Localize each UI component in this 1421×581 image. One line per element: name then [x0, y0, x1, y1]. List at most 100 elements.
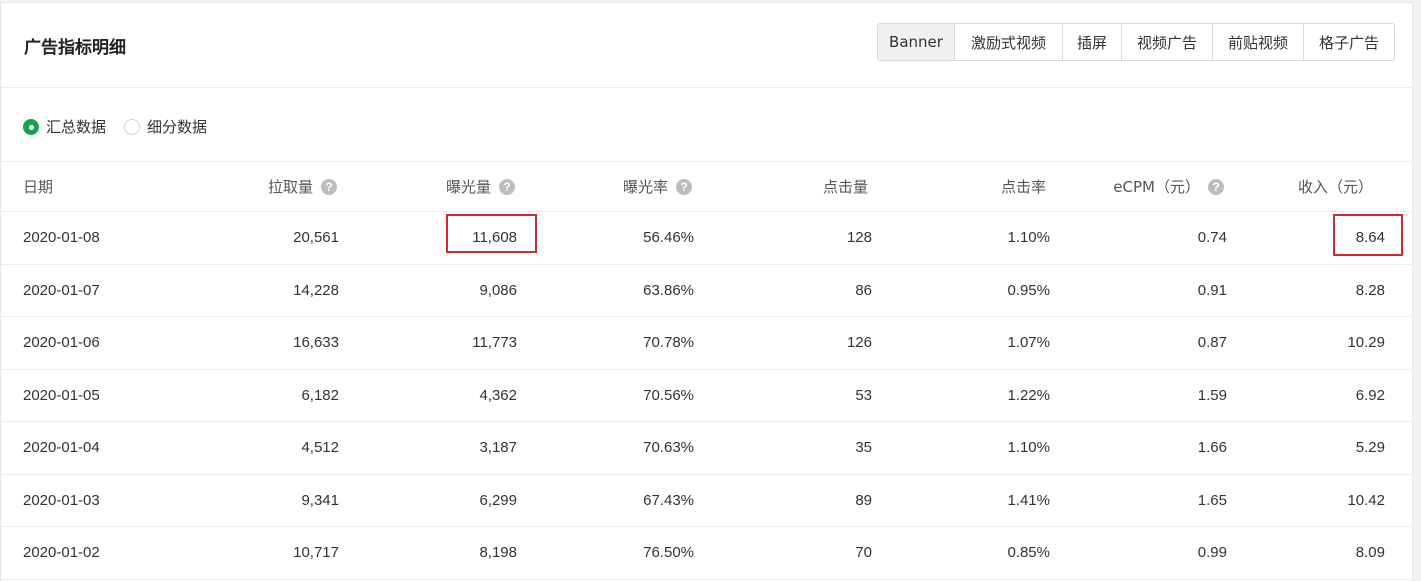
- cell-revenue: 8.28: [1355, 281, 1385, 299]
- table-row: 2020-01-03 9,341 6,299 67.43% 89 1.41% 1.65 10.…: [1, 475, 1412, 527]
- table-row: 2020-01-07 14,228 9,086 63.86% 86 0.95% 0.91 8.…: [1, 265, 1412, 317]
- page-edge: [1413, 0, 1421, 581]
- cell-revenue: 5.29: [1355, 439, 1385, 457]
- cell-ecpm: 1.66: [1197, 439, 1227, 457]
- tab-interstitial[interactable]: 插屏: [1062, 24, 1121, 60]
- metrics-table: 日期 拉取量 ? 曝光量 ? 曝光率 ? 点击量 点击率 eCPM（元） ? 收…: [1, 161, 1412, 580]
- cell-requests: 6,182: [301, 386, 339, 404]
- cell-revenue: 10.29: [1347, 334, 1385, 352]
- cell-date: 2020-01-03: [23, 491, 100, 509]
- cell-clicks: 126: [846, 334, 872, 352]
- column-header-label: 点击率: [1000, 178, 1046, 196]
- cell-ctr: 0.95%: [1007, 281, 1050, 299]
- cell-date: 2020-01-02: [23, 544, 100, 562]
- column-header-label: 曝光率: [622, 178, 668, 196]
- cell-clicks: 70: [855, 544, 872, 562]
- help-icon[interactable]: ?: [1208, 178, 1224, 195]
- page-title: 广告指标明细: [24, 38, 126, 58]
- column-header-date: 日期: [23, 162, 143, 211]
- table-row: 2020-01-02 10,717 8,198 76.50% 70 0.85% 0.99 8.…: [1, 527, 1412, 580]
- cell-impression-rate: 70.63%: [643, 439, 694, 457]
- radio-summary-data[interactable]: 汇总数据: [23, 116, 106, 137]
- ad-type-tabs: Banner 激励式视频 插屏 视频广告 前贴视频 格子广告: [877, 23, 1395, 61]
- column-header-ecpm: eCPM（元） ?: [1061, 162, 1224, 211]
- cell-impression-rate: 67.43%: [643, 491, 694, 509]
- cell-ctr: 1.10%: [1007, 229, 1050, 247]
- tab-banner[interactable]: Banner: [878, 24, 954, 60]
- radio-detailed-data[interactable]: 细分数据: [124, 116, 207, 137]
- cell-impression-rate: 70.78%: [643, 334, 694, 352]
- cell-impression-rate: 63.86%: [643, 281, 694, 299]
- panel-header: 广告指标明细 Banner 激励式视频 插屏 视频广告 前贴视频 格子广告: [1, 3, 1412, 88]
- cell-impressions: 11,773: [472, 334, 517, 352]
- cell-ctr: 0.85%: [1007, 544, 1050, 562]
- cell-ecpm: 0.91: [1197, 281, 1227, 299]
- cell-requests: 4,512: [301, 439, 339, 457]
- cell-clicks: 89: [855, 491, 872, 509]
- cell-requests: 10,717: [293, 544, 339, 562]
- highlight-box-impressions: [446, 214, 537, 253]
- cell-requests: 20,561: [293, 229, 339, 247]
- cell-impressions: 6,299: [479, 491, 517, 509]
- column-header-impression-rate: 曝光率 ?: [541, 162, 692, 211]
- help-icon[interactable]: ?: [676, 178, 692, 195]
- cell-revenue: 10.42: [1347, 491, 1385, 509]
- highlight-box-revenue: [1333, 214, 1403, 256]
- radio-label: 汇总数据: [46, 118, 107, 136]
- cell-impressions: 4,362: [479, 386, 517, 404]
- cell-clicks: 35: [855, 439, 872, 457]
- cell-requests: 14,228: [293, 281, 339, 299]
- table-body: 2020-01-08 20,561 11,608 56.46% 128 1.10% 0.74…: [1, 212, 1412, 580]
- tab-grid-ad[interactable]: 格子广告: [1303, 24, 1394, 60]
- radio-checked-icon[interactable]: [23, 118, 39, 135]
- tab-video-ad[interactable]: 视频广告: [1121, 24, 1212, 60]
- table-row: 2020-01-06 16,633 11,773 70.78% 126 1.07% 0.87…: [1, 317, 1412, 370]
- tab-rewarded-video[interactable]: 激励式视频: [954, 24, 1062, 60]
- column-header-clicks: 点击量: [721, 162, 868, 211]
- radio-label: 细分数据: [147, 118, 208, 136]
- cell-date: 2020-01-06: [23, 334, 100, 352]
- cell-date: 2020-01-08: [23, 229, 100, 247]
- data-mode-radio-group: 汇总数据 细分数据: [23, 116, 225, 137]
- column-header-ctr: 点击率: [901, 162, 1046, 211]
- help-icon[interactable]: ?: [321, 178, 337, 195]
- cell-clicks: 128: [846, 229, 872, 247]
- cell-clicks: 53: [855, 386, 872, 404]
- cell-ctr: 1.07%: [1007, 334, 1050, 352]
- tab-preroll-video[interactable]: 前贴视频: [1212, 24, 1303, 60]
- cell-revenue: 6.92: [1355, 386, 1385, 404]
- cell-impressions: 3,187: [479, 439, 517, 457]
- column-header-label: 拉取量: [267, 178, 313, 196]
- table-row: 2020-01-08 20,561 11,608 56.46% 128 1.10% 0.74…: [1, 212, 1412, 265]
- column-header-revenue: 收入（元）: [1241, 162, 1373, 211]
- column-header-label: 点击量: [822, 178, 868, 196]
- cell-impression-rate: 76.50%: [643, 544, 694, 562]
- cell-date: 2020-01-05: [23, 386, 100, 404]
- column-header-requests: 拉取量 ?: [181, 162, 337, 211]
- cell-impression-rate: 70.56%: [643, 386, 694, 404]
- cell-impressions: 9,086: [479, 281, 517, 299]
- cell-ctr: 1.41%: [1007, 491, 1050, 509]
- cell-date: 2020-01-04: [23, 439, 100, 457]
- table-header-row: 日期 拉取量 ? 曝光量 ? 曝光率 ? 点击量 点击率 eCPM（元） ? 收…: [1, 161, 1412, 212]
- ad-metrics-panel: 广告指标明细 Banner 激励式视频 插屏 视频广告 前贴视频 格子广告 汇总…: [0, 2, 1413, 581]
- cell-date: 2020-01-07: [23, 281, 100, 299]
- cell-revenue: 8.09: [1355, 544, 1385, 562]
- cell-impressions: 8,198: [479, 544, 517, 562]
- table-row: 2020-01-04 4,512 3,187 70.63% 35 1.10% 1.66 5.2…: [1, 422, 1412, 475]
- column-header-label: 曝光量: [445, 178, 491, 196]
- column-header-label: 日期: [23, 178, 54, 196]
- column-header-impressions: 曝光量 ?: [361, 162, 515, 211]
- cell-requests: 16,633: [293, 334, 339, 352]
- cell-ecpm: 1.59: [1197, 386, 1227, 404]
- help-icon[interactable]: ?: [499, 178, 515, 195]
- cell-ecpm: 0.99: [1197, 544, 1227, 562]
- cell-ctr: 1.10%: [1007, 439, 1050, 457]
- cell-requests: 9,341: [301, 491, 339, 509]
- cell-impression-rate: 56.46%: [643, 229, 694, 247]
- radio-unchecked-icon[interactable]: [124, 118, 141, 135]
- cell-ecpm: 1.65: [1197, 491, 1227, 509]
- column-header-label: eCPM（元）: [1113, 178, 1200, 196]
- table-row: 2020-01-05 6,182 4,362 70.56% 53 1.22% 1.59 6.9…: [1, 370, 1412, 422]
- cell-ecpm: 0.87: [1197, 334, 1227, 352]
